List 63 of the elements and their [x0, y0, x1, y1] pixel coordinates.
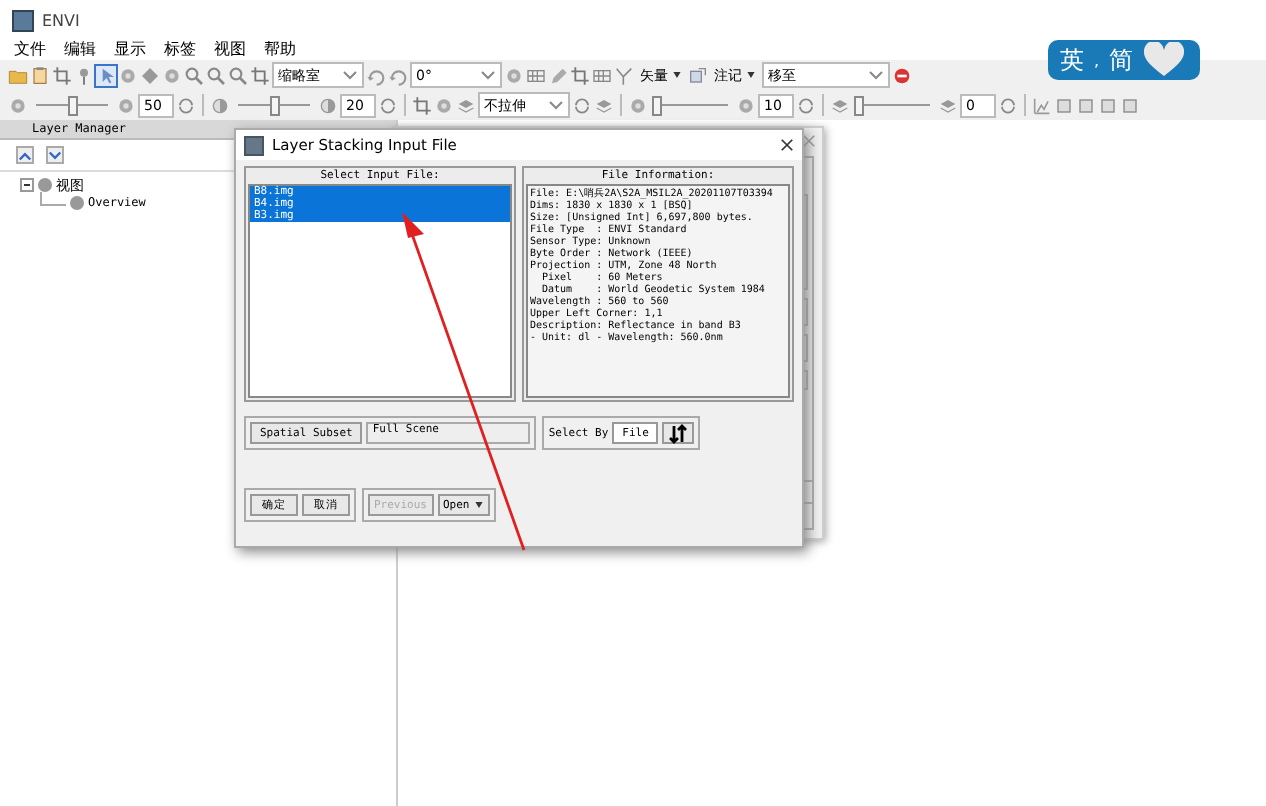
menu-item[interactable]: 编辑: [64, 37, 96, 59]
refresh-icon[interactable]: [378, 95, 398, 115]
caret-icon: [868, 70, 884, 80]
slider-thumb[interactable]: [652, 95, 662, 115]
diamond-icon[interactable]: [140, 65, 160, 85]
grid-icon[interactable]: [526, 65, 546, 85]
chart-icon[interactable]: [1032, 95, 1052, 115]
no-entry-icon[interactable]: [892, 65, 912, 85]
pointer-icon[interactable]: [96, 65, 116, 85]
square-icon[interactable]: [1120, 95, 1140, 115]
caret-icon: [746, 72, 756, 78]
contrast-icon[interactable]: [318, 95, 338, 115]
menu-item[interactable]: 视图: [214, 37, 246, 59]
grid-icon[interactable]: [592, 65, 612, 85]
slider-thumb[interactable]: [854, 95, 864, 115]
crop-icon[interactable]: [250, 65, 270, 85]
refresh-icon[interactable]: [998, 95, 1018, 115]
slider-thumb[interactable]: [270, 95, 280, 115]
app-icon: [244, 135, 264, 155]
refresh-icon[interactable]: [572, 95, 592, 115]
magnifier-icon[interactable]: [206, 65, 226, 85]
slider-thumb[interactable]: [68, 95, 78, 115]
layers-icon[interactable]: [594, 95, 614, 115]
menu-item[interactable]: 标签: [164, 37, 196, 59]
close-icon[interactable]: [780, 138, 794, 152]
script-mode-label: 简: [1109, 43, 1134, 77]
square-icon[interactable]: [1098, 95, 1118, 115]
collapse-button[interactable]: [16, 146, 34, 164]
refresh-icon[interactable]: [796, 95, 816, 115]
folder-icon[interactable]: [8, 65, 28, 85]
punctuation-mode-label: ,: [1094, 51, 1100, 69]
input-mode-label: 英: [1060, 43, 1084, 77]
layers-icon[interactable]: [830, 95, 850, 115]
caret-icon: [548, 100, 564, 110]
collapse-toggle-icon[interactable]: [20, 178, 34, 192]
crop-icon[interactable]: [412, 95, 432, 115]
square-icon[interactable]: [1054, 95, 1074, 115]
crop-icon[interactable]: [570, 65, 590, 85]
sort-button[interactable]: [662, 422, 695, 444]
layers-icon[interactable]: [456, 95, 476, 115]
app-icon: [12, 9, 34, 31]
window-title: ENVI: [42, 11, 80, 29]
refresh-icon[interactable]: [176, 95, 196, 115]
heart-icon: [1143, 42, 1184, 78]
crop-icon[interactable]: [52, 65, 72, 85]
pin-icon[interactable]: [74, 65, 94, 85]
menu-item[interactable]: 文件: [14, 37, 46, 59]
layers-icon[interactable]: [938, 95, 958, 115]
tree-line: [40, 191, 66, 205]
magnifier-icon[interactable]: [228, 65, 248, 85]
magnifier-icon[interactable]: [184, 65, 204, 85]
clipboard-icon[interactable]: [30, 65, 50, 85]
menu-item[interactable]: 帮助: [264, 37, 296, 59]
contrast-icon[interactable]: [210, 95, 230, 115]
vector-icon[interactable]: [614, 65, 634, 85]
menu-item[interactable]: 显示: [114, 37, 146, 59]
pen-icon[interactable]: [548, 65, 568, 85]
caret-icon: [480, 70, 496, 80]
caret-icon: [672, 72, 682, 78]
caret-icon: [342, 70, 358, 80]
note-icon[interactable]: [688, 65, 708, 85]
expand-button[interactable]: [46, 146, 64, 164]
square-icon[interactable]: [1076, 95, 1096, 115]
